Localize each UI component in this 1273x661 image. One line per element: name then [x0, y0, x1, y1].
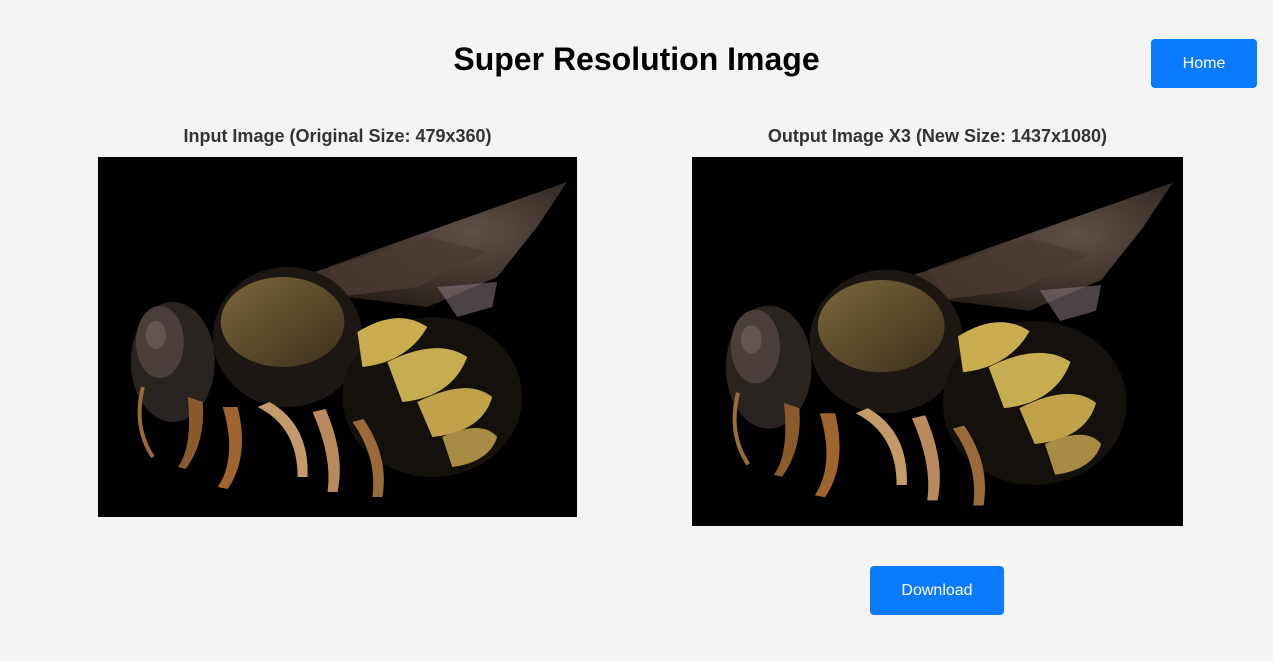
- input-image: [98, 157, 577, 517]
- input-image-caption: Input Image (Original Size: 479x360): [183, 126, 492, 146]
- page-title: Super Resolution Image: [453, 41, 820, 77]
- home-button[interactable]: Home: [1151, 39, 1257, 88]
- page: Super Resolution Image Home Input Image …: [0, 0, 1273, 661]
- output-image-caption: Output Image X3 (New Size: 1437x1080): [767, 126, 1108, 146]
- bee-image: [98, 157, 577, 517]
- download-button[interactable]: Download: [870, 566, 1004, 615]
- output-image: [692, 157, 1183, 526]
- bee-image: [692, 157, 1183, 526]
